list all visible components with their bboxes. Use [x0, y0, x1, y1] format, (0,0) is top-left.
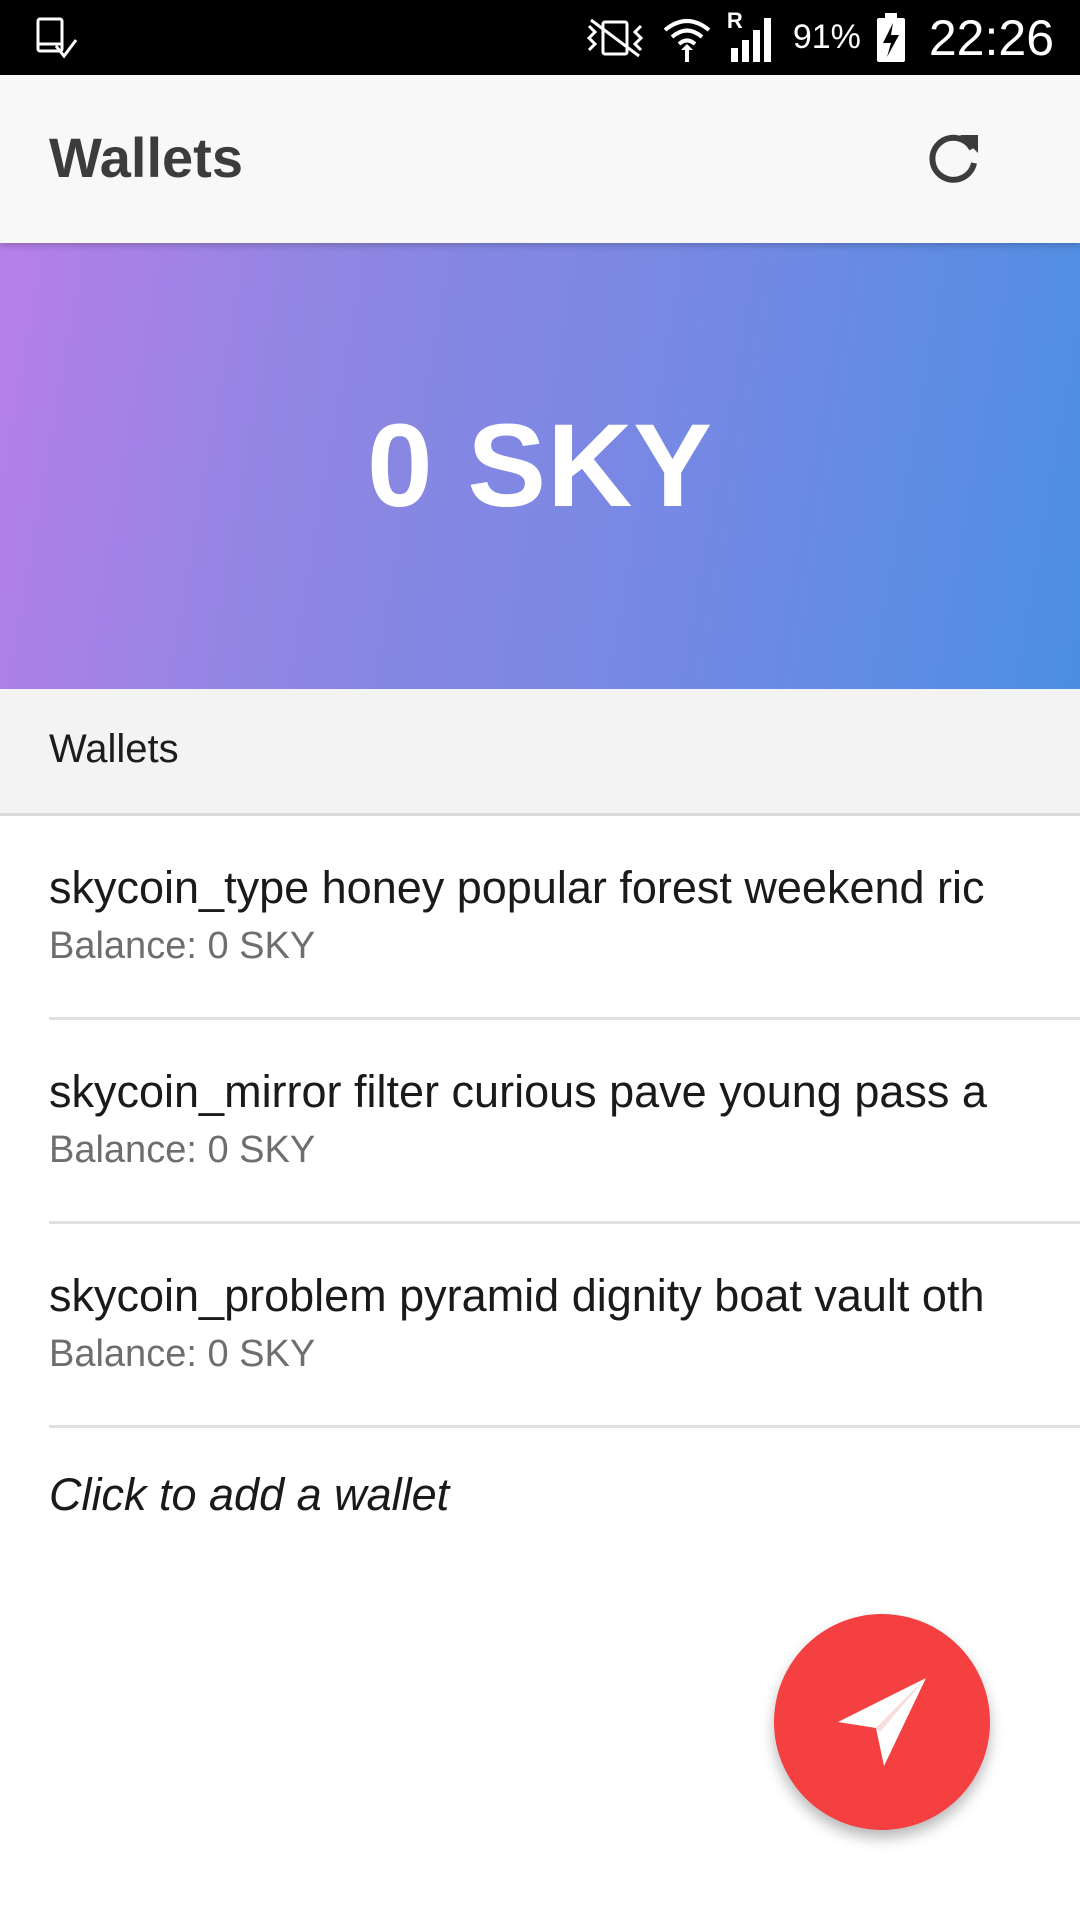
- wallet-name: skycoin_mirror filter curious pave young…: [49, 1066, 987, 1117]
- device-download-icon: [34, 16, 80, 62]
- section-title: Wallets: [49, 727, 179, 771]
- status-bar: R 91% 22:26: [0, 0, 1080, 75]
- battery-charging-icon: [875, 12, 907, 63]
- wallet-list-item[interactable]: skycoin_type honey popular forest weeken…: [49, 816, 1080, 1020]
- wallet-balance: Balance: 0 SKY: [49, 925, 316, 967]
- wallet-list-item[interactable]: skycoin_problem pyramid dignity boat vau…: [49, 1224, 1080, 1428]
- add-wallet-link[interactable]: Click to add a wallet: [49, 1469, 449, 1521]
- wallet-name: skycoin_type honey popular forest weeken…: [49, 862, 985, 913]
- wallet-balance: Balance: 0 SKY: [49, 1333, 316, 1375]
- vibrate-mute-icon: [583, 16, 647, 60]
- app-bar: Wallets: [0, 75, 1080, 243]
- clock: 22:26: [928, 9, 1054, 66]
- wallet-balance: Balance: 0 SKY: [49, 1129, 316, 1171]
- refresh-icon: [929, 134, 978, 183]
- wallet-name: skycoin_problem pyramid dignity boat vau…: [49, 1270, 985, 1321]
- refresh-button[interactable]: [916, 119, 992, 195]
- wallet-list: skycoin_type honey popular forest weeken…: [0, 816, 1080, 1428]
- wallets-section-header: Wallets: [0, 689, 1080, 816]
- page-title: Wallets: [49, 126, 243, 189]
- wifi-icon: [661, 12, 713, 64]
- signal-icon: R: [727, 8, 779, 64]
- total-balance-banner: 0 SKY: [0, 243, 1080, 689]
- send-button[interactable]: [774, 1614, 990, 1830]
- wallet-list-item[interactable]: skycoin_mirror filter curious pave young…: [49, 1020, 1080, 1224]
- total-balance: 0 SKY: [366, 400, 714, 532]
- battery-percent: 91%: [792, 18, 861, 56]
- send-icon: [838, 1678, 926, 1766]
- roaming-indicator: R: [726, 7, 743, 33]
